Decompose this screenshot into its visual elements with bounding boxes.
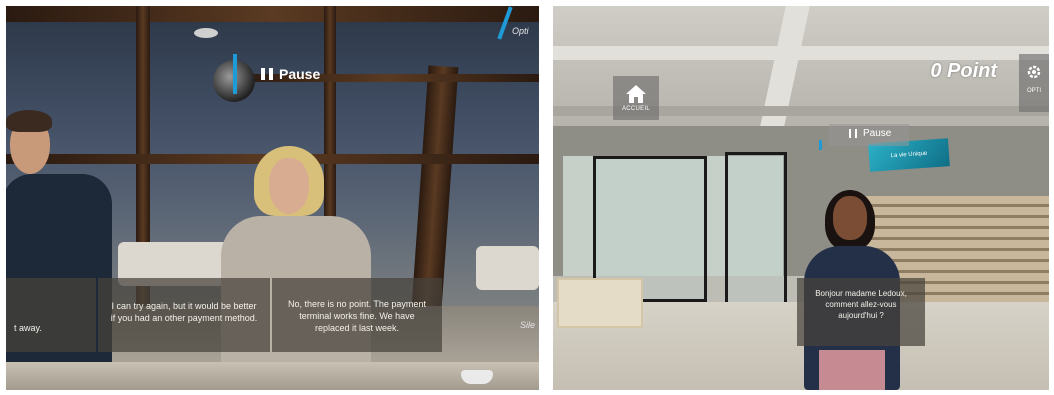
ceiling-lamp	[194, 28, 218, 38]
subtitle-box-left: t away.	[6, 278, 96, 352]
pause-button[interactable]: Pause	[849, 128, 891, 139]
pause-button[interactable]: Pause	[261, 66, 320, 82]
subtitle-box: Bonjour madame Ledoux, comment allez-vou…	[797, 278, 925, 346]
home-label: ACCUEIL	[621, 106, 651, 112]
options-button[interactable]: Opti	[512, 26, 529, 36]
home-button[interactable]: ACCUEIL	[613, 76, 659, 120]
sofa	[476, 246, 539, 290]
silent-button[interactable]: Sile	[520, 320, 535, 330]
subtitle-box-middle: I can try again, but it would be better …	[98, 278, 270, 352]
pause-icon	[261, 68, 273, 80]
options-label: OPTI	[1026, 88, 1041, 94]
woman-legs	[819, 350, 885, 390]
cup	[461, 370, 493, 384]
subtitle-box-right: No, there is no point. The payment termi…	[272, 278, 442, 352]
options-button[interactable]: OPTI	[1019, 54, 1049, 112]
man-hair	[6, 110, 52, 132]
ceiling-beam	[6, 6, 539, 22]
subtitle-text: I can try again, but it would be better …	[110, 301, 258, 323]
shelf	[557, 278, 643, 328]
accent-bar	[819, 140, 822, 150]
woman-head	[833, 196, 867, 240]
pause-label: Pause	[863, 128, 892, 139]
right-vr-scene: La vie Unique ACCUEIL 0 Point OPTI Pause…	[553, 6, 1049, 390]
counter	[6, 362, 539, 390]
ceiling-beam	[553, 46, 1049, 60]
home-icon	[626, 85, 646, 103]
subtitle-text: t away.	[14, 323, 42, 333]
left-vr-scene: Pause Opti Sile t away. I can try again,…	[6, 6, 539, 390]
glass-door	[725, 152, 787, 316]
score-display: 0 Point	[930, 60, 997, 82]
pause-label: Pause	[279, 66, 321, 82]
subtitle-text: Bonjour madame Ledoux, comment allez-vou…	[815, 289, 907, 320]
accent-bar	[233, 54, 237, 94]
subtitle-text: No, there is no point. The payment termi…	[288, 299, 426, 333]
pause-icon	[849, 129, 857, 138]
woman-head	[269, 158, 309, 214]
wall-screen-text: La vie Unique	[890, 150, 928, 160]
gear-icon	[1027, 65, 1041, 79]
